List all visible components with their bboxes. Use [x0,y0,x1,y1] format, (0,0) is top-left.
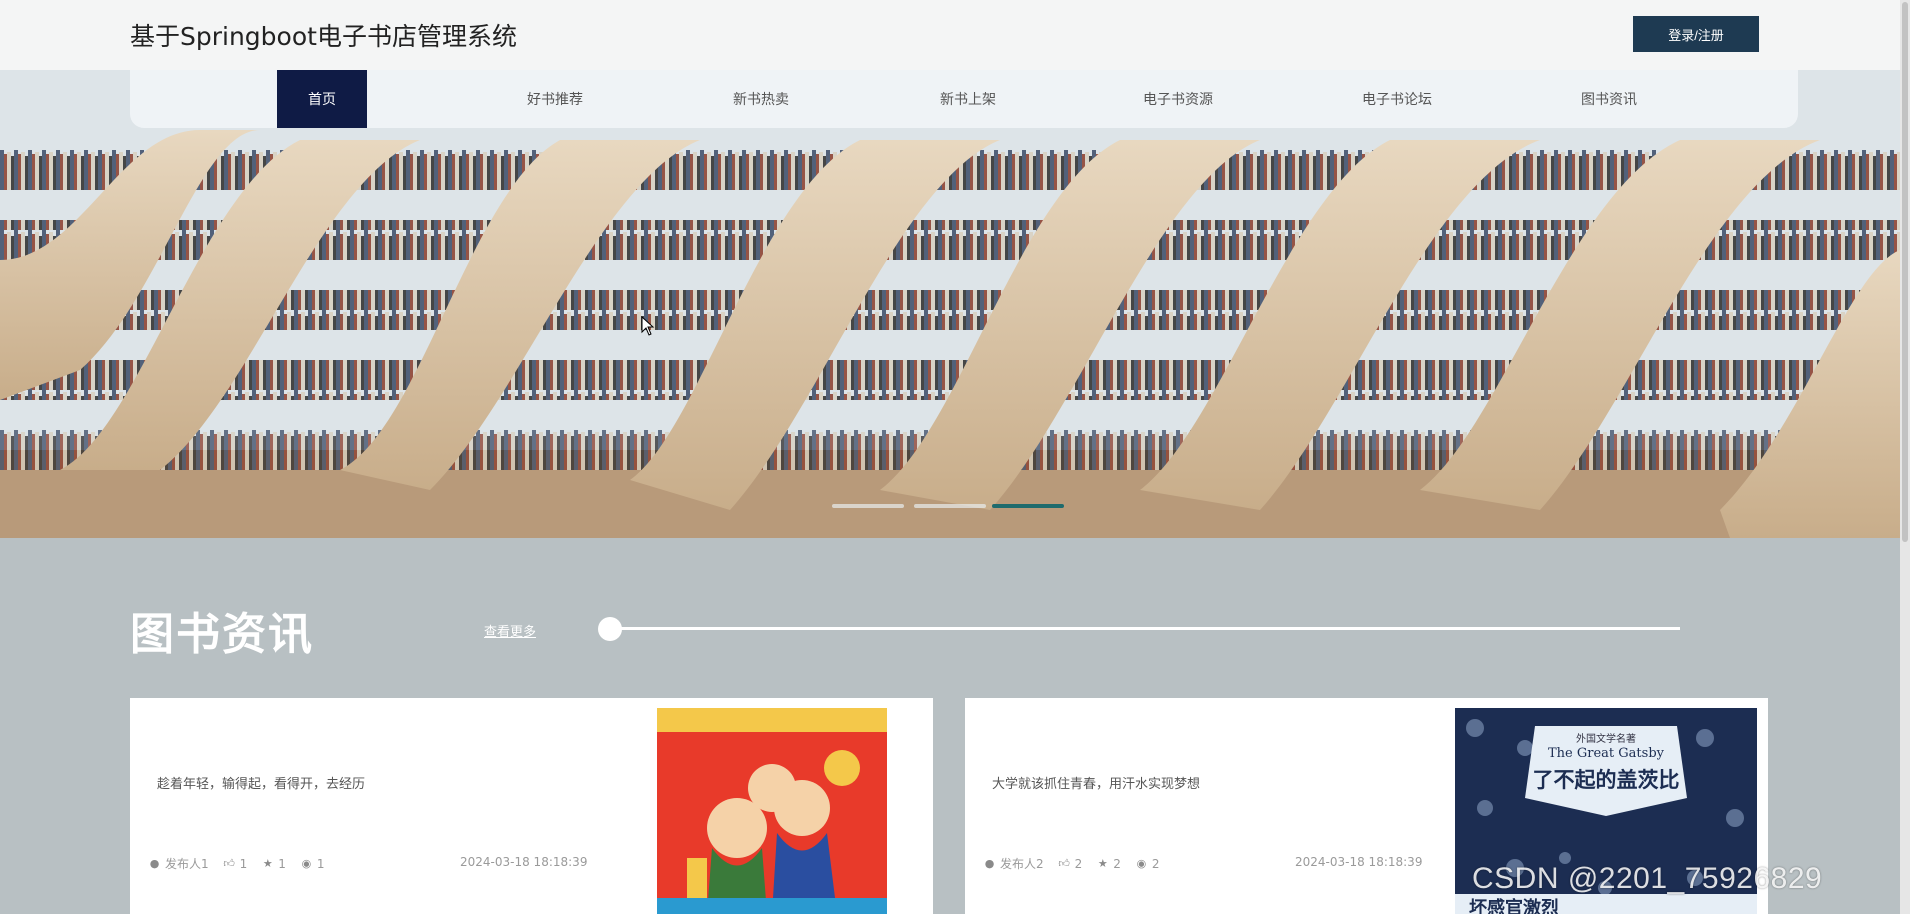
cover-english-title: The Great Gatsby [1548,746,1664,761]
cover-top-text: 外国文学名著 [1576,734,1636,745]
carousel-dot-2[interactable] [914,504,986,508]
carousel-dot-1[interactable] [832,504,904,508]
mouse-cursor-icon [641,316,655,336]
view-more-link[interactable]: 查看更多 [484,621,536,640]
bookshelf-illustration [0,70,1900,538]
nav-item-ebook-forum[interactable]: 电子书论坛 [1317,70,1477,128]
slider-track[interactable] [610,627,1680,630]
news-card-desc: 趁着年轻，输得起，看得开，去经历 [157,777,366,792]
news-card-date: 2024-03-18 18:18:39 [460,855,588,869]
eye-icon: ◉ [301,857,312,870]
nav-item-ebook-resources[interactable]: 电子书资源 [1098,70,1258,128]
nav-item-book-news[interactable]: 图书资讯 [1534,70,1684,128]
site-title: 基于Springboot电子书店管理系统 [130,22,517,51]
news-card-1[interactable]: 趁着年轻，输得起，看得开，去经历 ● 发布人1 👍︎ 1 ★ 1 ◉ 1 202… [130,698,933,914]
user-icon: ● [149,857,160,870]
thumbs-up-icon: 👍︎ [223,857,235,870]
favorite-count: 1 [278,856,286,871]
publisher-name: 发布人2 [1000,857,1044,871]
nav-item-hot-sales[interactable]: 新书热卖 [686,70,836,128]
like-count: 2 [1074,856,1083,871]
thumbs-up-icon: 👍︎ [1058,857,1070,870]
page-scrollbar[interactable] [1900,0,1910,914]
favorite-count: 2 [1113,856,1121,871]
star-icon: ★ [1097,857,1108,870]
slider-handle[interactable] [598,617,622,641]
carousel-dot-3[interactable] [992,504,1064,508]
news-card-date: 2024-03-18 18:18:39 [1295,855,1423,869]
top-header: 基于Springboot电子书店管理系统 登录/注册 [0,0,1910,70]
nav-item-new-arrivals[interactable]: 新书上架 [893,70,1043,128]
news-card-desc: 大学就该抓住青春，用汗水实现梦想 [992,777,1201,792]
like-count: 1 [239,856,248,871]
main-nav: 首页 好书推荐 新书热卖 新书上架 电子书资源 电子书论坛 图书资讯 [130,70,1798,128]
news-card-meta: ● 发布人2 👍︎ 2 ★ 2 ◉ 2 [983,855,1160,872]
view-count: 1 [316,856,325,871]
publisher-name: 发布人1 [165,857,209,871]
cover-bottom-text: 坏感官激烈 [1469,898,1559,914]
nav-item-recommended[interactable]: 好书推荐 [480,70,630,128]
poster-fortune-gods-image [657,708,887,914]
login-register-button[interactable]: 登录/注册 [1633,16,1759,52]
star-icon: ★ [262,857,273,870]
carousel-indicators [0,504,1900,508]
news-card-meta: ● 发布人1 👍︎ 1 ★ 1 ◉ 1 [148,855,325,872]
cover-chinese-title: 了不起的盖茨比 [1532,768,1680,792]
section-title: 图书资讯 [130,609,314,660]
banner-carousel[interactable] [0,70,1900,538]
watermark-text: CSDN @2201_75926829 [1472,862,1823,895]
scrollbar-thumb[interactable] [1902,2,1908,542]
eye-icon: ◉ [1136,857,1147,870]
news-card-image [657,708,887,914]
nav-item-home[interactable]: 首页 [277,70,367,128]
user-icon: ● [984,857,995,870]
view-count: 2 [1151,856,1160,871]
